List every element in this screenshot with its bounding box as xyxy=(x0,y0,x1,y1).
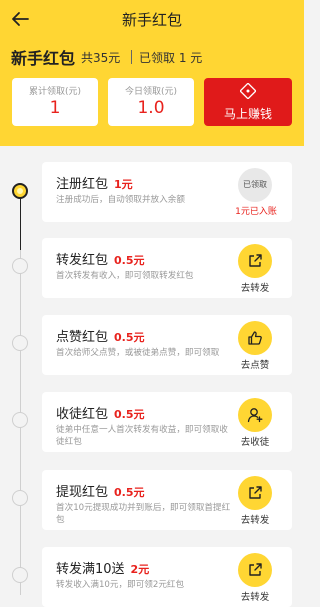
task-card-register: 注册红包 1元 注册成功后，自动领取并放入余额 已领取 1元已入账 xyxy=(42,162,292,222)
task-amount: 2元 xyxy=(130,563,150,576)
timeline-dot xyxy=(12,412,28,428)
task-desc: 首次10元提现成功并到账后，即可领取首提红包 xyxy=(56,503,231,525)
share-action-button[interactable] xyxy=(238,244,272,278)
task-card-withdraw: 提现红包 0.5元 首次10元提现成功并到账后，即可领取首提红包 去转发 xyxy=(42,470,292,530)
task-amount: 1元 xyxy=(114,178,133,191)
action-label[interactable]: 去转发 xyxy=(228,512,282,526)
task-title: 提现红包 0.5元 xyxy=(56,485,145,500)
summary-title: 新手红包 xyxy=(11,49,76,68)
task-card-apprentice: 收徒红包 0.5元 徒弟中任意一人首次转发有收益，即可领取收徒红包 去收徒 xyxy=(42,392,292,452)
earn-now-button[interactable]: 马上赚钱 xyxy=(204,78,292,126)
summary-divider xyxy=(131,50,132,64)
action-label[interactable]: 去转发 xyxy=(228,589,282,603)
like-action-button[interactable] xyxy=(238,321,272,355)
task-desc: 转发收入满10元，即可领2元红包 xyxy=(56,580,185,590)
timeline-dot xyxy=(12,490,28,506)
today-stat-card: 今日领取(元) 1.0 xyxy=(108,78,194,126)
summary-total: 共35元 xyxy=(81,51,121,65)
cumulative-stat-card: 累计领取(元) 1 xyxy=(12,78,98,126)
cumulative-value: 1 xyxy=(49,98,61,118)
task-card-share: 转发红包 0.5元 首次转发有收入，即可领取转发红包 去转发 xyxy=(42,238,292,298)
task-title: 注册红包 1元 xyxy=(56,177,133,192)
task-amount: 0.5元 xyxy=(114,408,145,421)
task-card-like: 点赞红包 0.5元 首次给师父点赞，或被徒弟点赞，即可领取 去点赞 xyxy=(42,315,292,375)
timeline-dot xyxy=(12,258,28,274)
action-label[interactable]: 去点赞 xyxy=(228,357,282,371)
share-icon xyxy=(249,486,262,499)
thumbs-up-icon xyxy=(248,331,262,345)
timeline-line xyxy=(20,192,21,595)
task-card-share-10: 转发满10送 2元 转发收入满10元，即可领2元红包 去转发 xyxy=(42,547,292,607)
task-amount: 0.5元 xyxy=(114,254,145,267)
task-title: 收徒红包 0.5元 xyxy=(56,407,145,422)
today-label: 今日领取(元) xyxy=(124,87,178,97)
task-amount: 0.5元 xyxy=(114,486,145,499)
timeline-dot xyxy=(12,335,28,351)
task-amount: 0.5元 xyxy=(114,331,145,344)
page-title: 新手红包 xyxy=(121,11,182,29)
share-action-button[interactable] xyxy=(238,553,272,587)
cumulative-label: 累计领取(元) xyxy=(28,87,82,97)
today-value: 1.0 xyxy=(137,98,165,118)
task-desc: 首次转发有收入，即可领取转发红包 xyxy=(56,271,194,281)
timeline-dot xyxy=(12,567,28,583)
share-icon xyxy=(249,563,262,576)
task-desc: 徒弟中任意一人首次转发有收益，即可领取收徒红包 xyxy=(56,425,228,447)
apprentice-action-button[interactable] xyxy=(238,398,272,432)
action-label[interactable]: 去转发 xyxy=(228,280,282,294)
share-icon xyxy=(249,254,262,267)
task-title: 转发满10送 2元 xyxy=(56,562,150,577)
top-bar: 新手红包 xyxy=(0,0,304,38)
summary-panel: 新手红包 共35元 已领取 1 元 累计领取(元) 1 今日领取(元) 1.0 … xyxy=(0,38,304,146)
timeline-line-progress xyxy=(20,192,21,250)
diamond-icon xyxy=(240,83,256,99)
task-title: 点赞红包 0.5元 xyxy=(56,330,145,345)
summary-received: 已领取 1 元 xyxy=(139,51,203,65)
claimed-badge: 已领取 xyxy=(238,168,272,202)
share-action-button[interactable] xyxy=(238,476,272,510)
task-title: 转发红包 0.5元 xyxy=(56,253,145,268)
task-desc: 首次给师父点赞，或被徒弟点赞，即可领取 xyxy=(56,348,220,358)
add-user-icon xyxy=(247,408,263,423)
action-label[interactable]: 去收徒 xyxy=(228,434,282,448)
timeline-dot-active xyxy=(12,183,28,199)
earn-now-label: 马上赚钱 xyxy=(223,107,272,121)
claimed-amount-label: 1元已入账 xyxy=(235,207,277,217)
task-desc: 注册成功后，自动领取并放入余额 xyxy=(56,195,185,205)
